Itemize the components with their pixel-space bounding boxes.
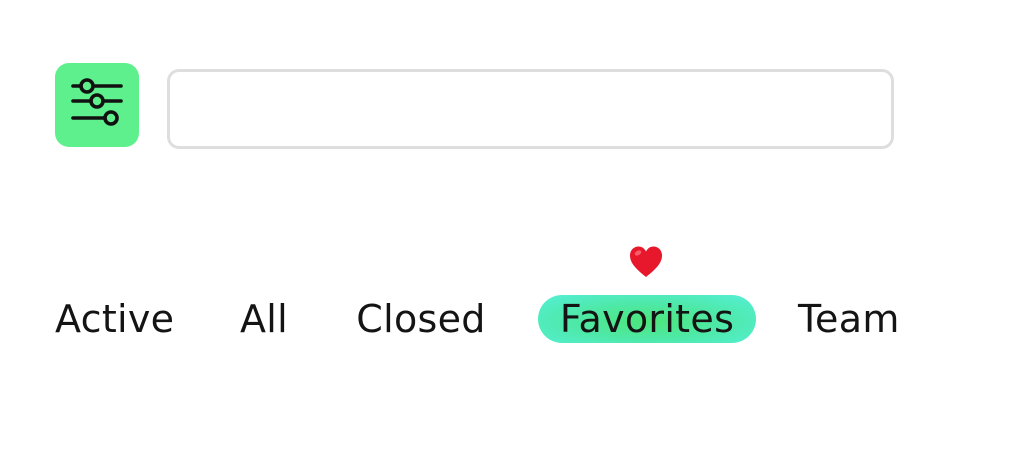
filter-tabs: Active All Closed Favorites Team: [0, 295, 1024, 345]
search-input[interactable]: [167, 69, 894, 149]
tab-favorites[interactable]: Favorites: [538, 295, 756, 343]
tab-team[interactable]: Team: [798, 295, 908, 343]
tab-closed[interactable]: Closed: [355, 295, 487, 343]
tab-all[interactable]: All: [240, 295, 288, 343]
filter-button[interactable]: [55, 63, 139, 147]
sliders-icon: [71, 78, 123, 126]
heart-icon: [628, 245, 664, 279]
tab-active[interactable]: Active: [55, 295, 174, 343]
